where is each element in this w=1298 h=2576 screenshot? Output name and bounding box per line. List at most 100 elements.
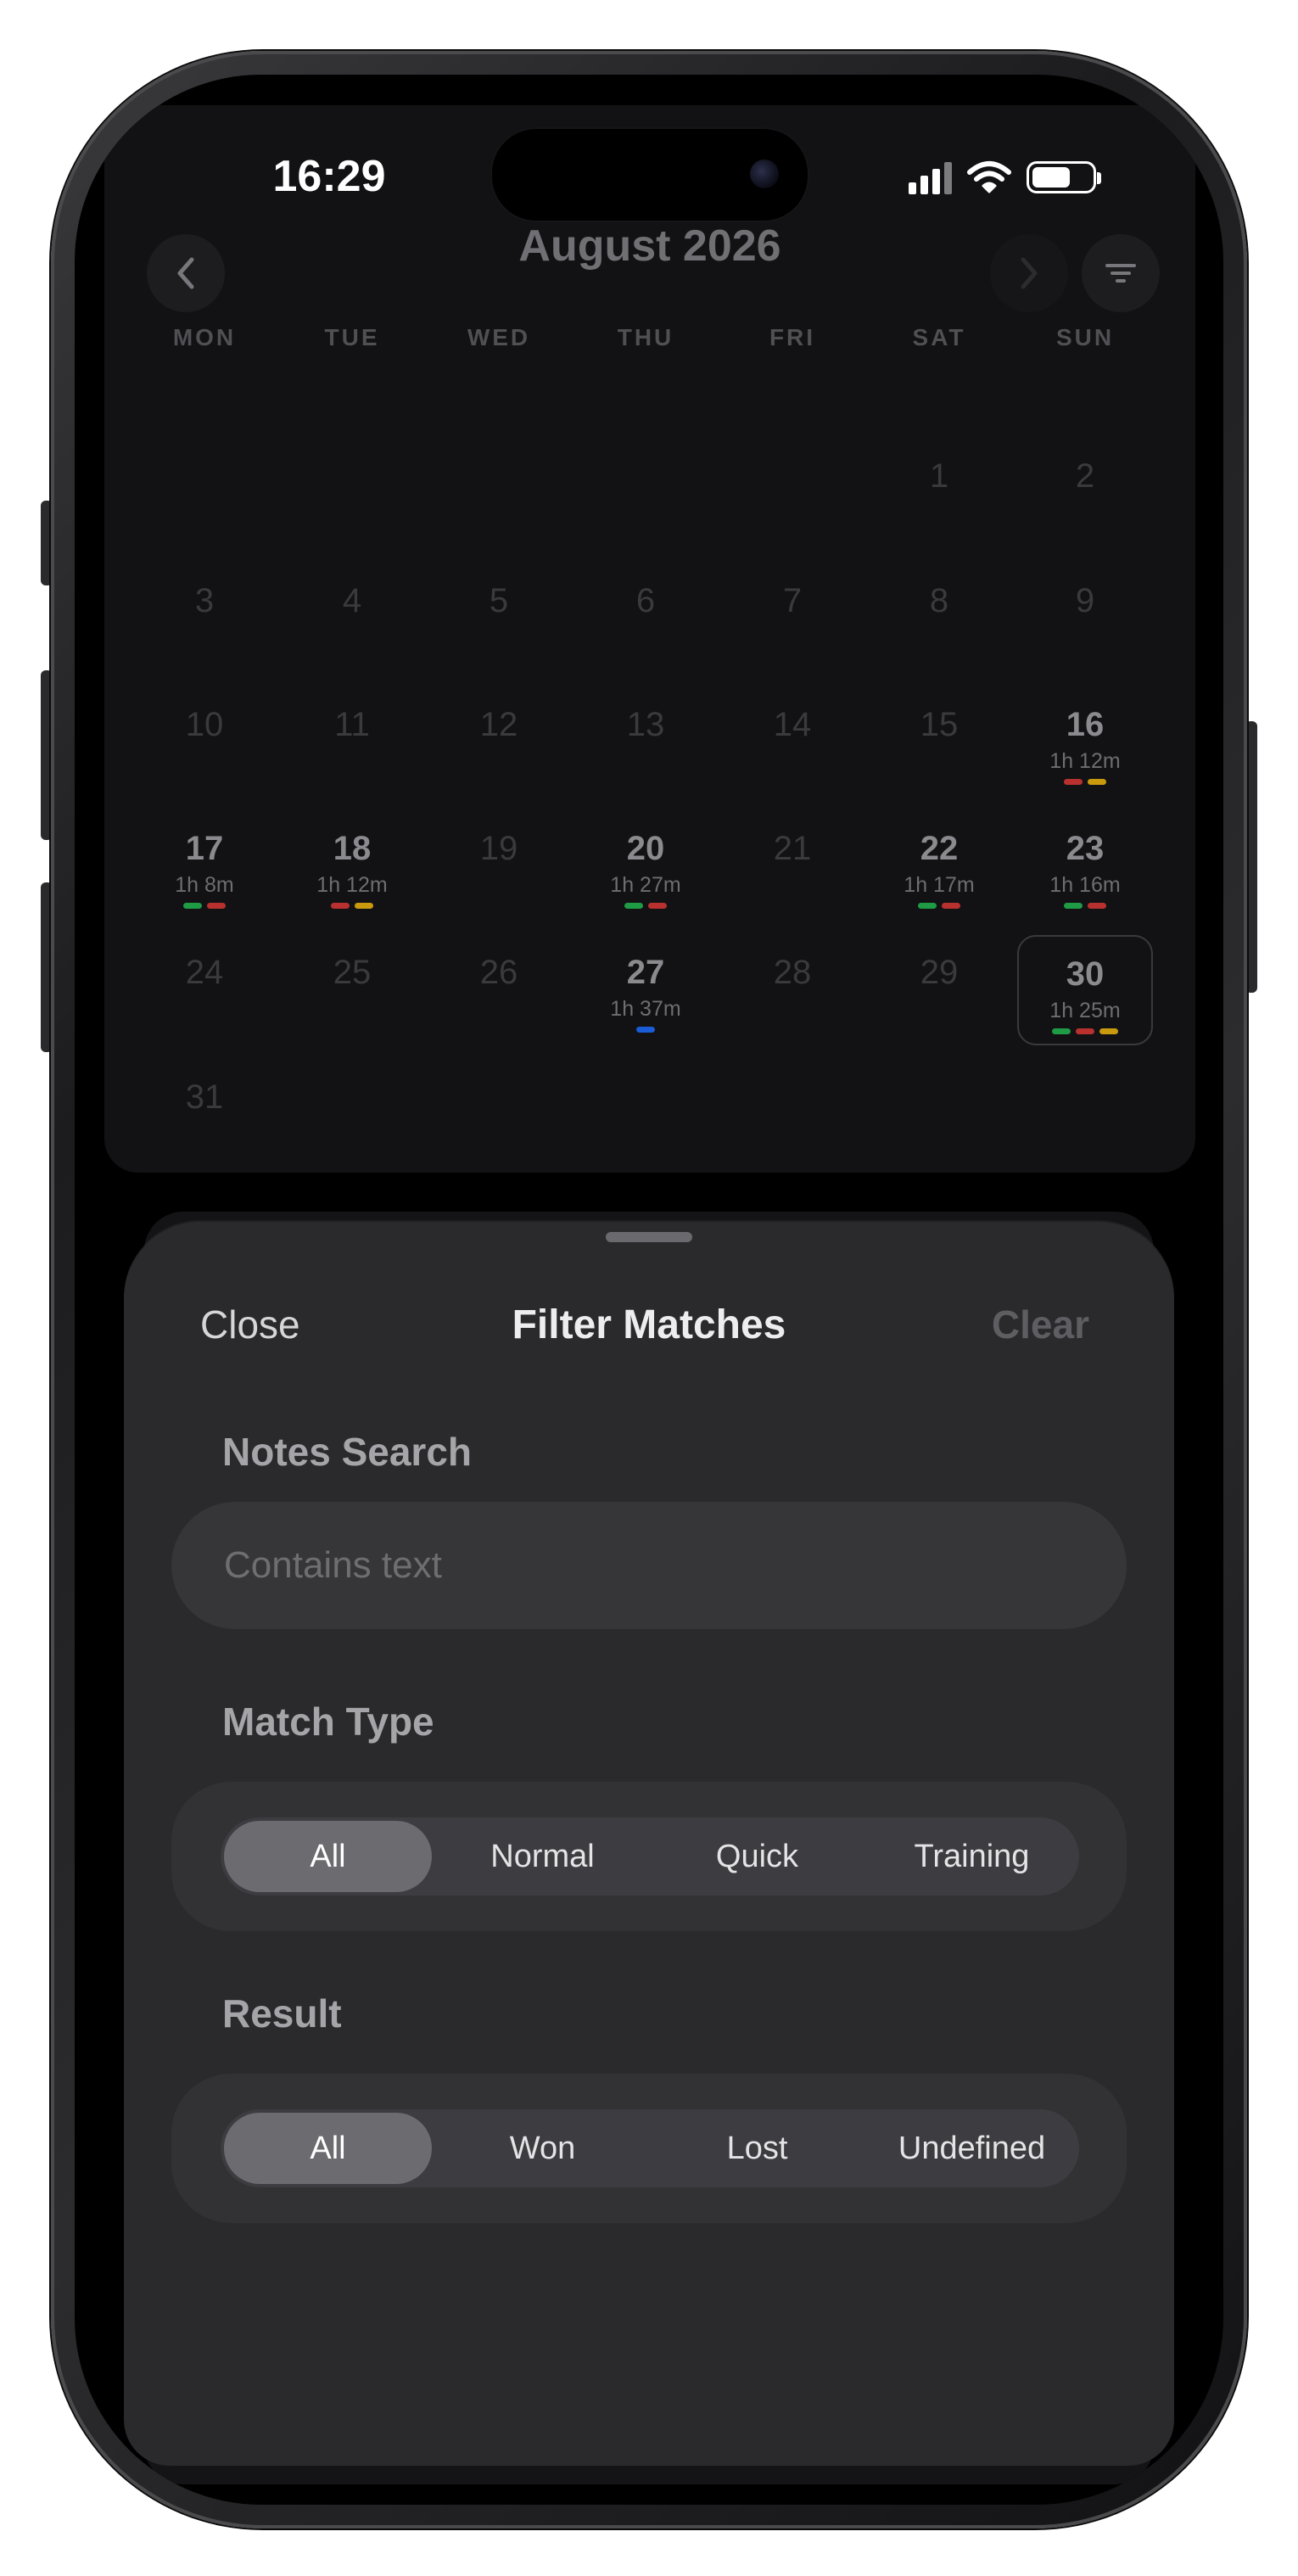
match-type-label: Match Type <box>222 1700 434 1744</box>
day-number: 31 <box>185 1078 224 1116</box>
day-duration: 1h 8m <box>175 873 234 897</box>
calendar-day-13[interactable]: 13 <box>578 687 713 798</box>
result-label: Result <box>222 1991 342 2036</box>
filter-lines-icon[interactable] <box>1082 234 1160 312</box>
result-option-lost[interactable]: Lost <box>653 2113 861 2184</box>
match-dot <box>207 903 226 909</box>
result-option-all[interactable]: All <box>224 2113 432 2184</box>
result-segmented-control: All Won Lost Undefined <box>221 2109 1079 2187</box>
calendar-day-22[interactable]: 22 1h 17m <box>871 811 1007 921</box>
match-dot <box>942 903 960 909</box>
calendar-day-3[interactable]: 3 <box>137 563 272 674</box>
calendar-day-4[interactable]: 4 <box>284 563 420 674</box>
weekday-mon: MON <box>172 324 237 350</box>
day-number: 23 <box>1066 830 1105 867</box>
day-number: 14 <box>773 706 812 743</box>
calendar-day-9[interactable]: 9 <box>1017 563 1153 674</box>
match-dot <box>1099 1028 1118 1034</box>
day-number: 24 <box>185 954 224 991</box>
calendar-day-5[interactable]: 5 <box>431 563 567 674</box>
day-duration: 1h 16m <box>1049 873 1121 897</box>
calendar-day-10[interactable]: 10 <box>137 687 272 798</box>
chevron-right-icon[interactable] <box>990 234 1068 312</box>
weekday-wed: WED <box>467 324 531 350</box>
notes-search-input[interactable] <box>222 1543 1127 1588</box>
calendar-card: August 2026 MON TUE WED THU FRI SAT SUN 123456… <box>104 105 1195 1173</box>
match-dot <box>1088 903 1106 909</box>
calendar-day-14[interactable]: 14 <box>725 687 860 798</box>
match-indicators <box>1017 903 1153 909</box>
day-number: 18 <box>333 830 372 867</box>
calendar-day-16[interactable]: 16 1h 12m <box>1017 687 1153 798</box>
calendar-day-11[interactable]: 11 <box>284 687 420 798</box>
day-duration: 1h 37m <box>610 997 681 1021</box>
calendar-day-19[interactable]: 19 <box>431 811 567 921</box>
calendar-day-21[interactable]: 21 <box>725 811 860 921</box>
calendar-day-20[interactable]: 20 1h 27m <box>578 811 713 921</box>
weekday-tue: TUE <box>324 324 380 350</box>
match-dot <box>355 903 373 909</box>
calendar-day-1[interactable]: 1 <box>871 439 1007 549</box>
day-number: 22 <box>920 830 959 867</box>
result-option-won[interactable]: Won <box>439 2113 646 2184</box>
match-dot <box>1064 903 1083 909</box>
calendar-day-24[interactable]: 24 <box>137 935 272 1045</box>
match-type-segmented-control: All Normal Quick Training <box>221 1817 1079 1896</box>
match-dot <box>183 903 202 909</box>
day-number: 27 <box>626 954 665 991</box>
power-button <box>1245 721 1257 993</box>
status-icons <box>909 156 1101 199</box>
calendar-day-8[interactable]: 8 <box>871 563 1007 674</box>
wifi-icon <box>967 161 1011 193</box>
match-dot <box>331 903 350 909</box>
day-number: 26 <box>479 954 518 991</box>
day-duration: 1h 17m <box>904 873 975 897</box>
day-number: 1 <box>929 457 949 495</box>
calendar-day-31[interactable]: 31 <box>137 1060 272 1170</box>
sheet-grabber[interactable] <box>606 1232 692 1242</box>
calendar-day-28[interactable]: 28 <box>725 935 860 1045</box>
day-number: 16 <box>1066 706 1105 743</box>
status-time: 16:29 <box>272 152 386 201</box>
day-duration: 1h 27m <box>610 873 681 897</box>
calendar-day-25[interactable]: 25 <box>284 935 420 1045</box>
calendar-day-6[interactable]: 6 <box>578 563 713 674</box>
dynamic-island <box>490 127 809 222</box>
match-type-option-normal[interactable]: Normal <box>439 1821 646 1892</box>
result-option-undefined[interactable]: Undefined <box>868 2113 1076 2184</box>
weekday-sun: SUN <box>1055 324 1115 350</box>
match-dot <box>636 1027 655 1033</box>
match-dot <box>1052 1028 1071 1034</box>
match-indicators <box>1017 779 1153 785</box>
calendar-day-18[interactable]: 18 1h 12m <box>284 811 420 921</box>
calendar-day-7[interactable]: 7 <box>725 563 860 674</box>
match-type-option-all[interactable]: All <box>224 1821 432 1892</box>
day-number: 28 <box>773 954 812 991</box>
day-number: 4 <box>342 582 362 619</box>
day-number: 29 <box>920 954 959 991</box>
filter-sheet: Close Filter Matches Clear Notes Search … <box>124 1222 1174 2466</box>
calendar-day-26[interactable]: 26 <box>431 935 567 1045</box>
day-number: 25 <box>333 954 372 991</box>
calendar-day-17[interactable]: 17 1h 8m <box>137 811 272 921</box>
weekday-thu: THU <box>617 324 674 350</box>
calendar-day-15[interactable]: 15 <box>871 687 1007 798</box>
calendar-day-12[interactable]: 12 <box>431 687 567 798</box>
battery-icon <box>1027 161 1101 193</box>
calendar-day-29[interactable]: 29 <box>871 935 1007 1045</box>
calendar-day-2[interactable]: 2 <box>1017 439 1153 549</box>
day-number: 20 <box>626 830 665 867</box>
day-duration: 1h 12m <box>1049 749 1121 773</box>
match-type-option-quick[interactable]: Quick <box>653 1821 861 1892</box>
match-dot <box>1064 779 1083 785</box>
calendar-day-27[interactable]: 27 1h 37m <box>578 935 713 1045</box>
notes-search-field[interactable] <box>171 1502 1127 1629</box>
match-type-option-training[interactable]: Training <box>868 1821 1076 1892</box>
match-indicators <box>1019 1028 1151 1034</box>
day-number: 15 <box>920 706 959 743</box>
calendar-day-30[interactable]: 30 1h 25m <box>1017 935 1153 1045</box>
calendar-day-23[interactable]: 23 1h 16m <box>1017 811 1153 921</box>
day-number: 13 <box>626 706 665 743</box>
match-indicators <box>871 903 1007 909</box>
clear-button[interactable]: Clear <box>992 1302 1089 1347</box>
